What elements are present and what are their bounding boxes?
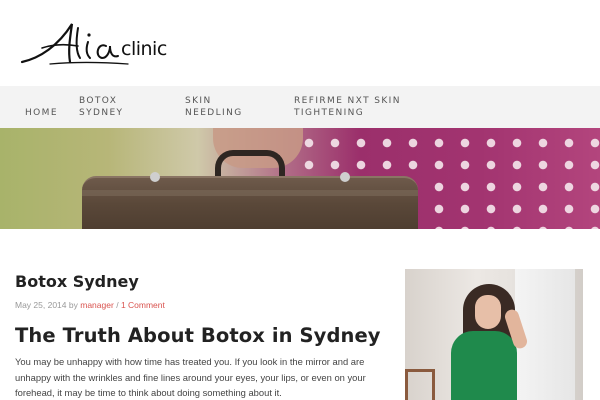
- photo-chair: [405, 369, 435, 400]
- suitcase-band: [82, 190, 418, 196]
- article-headline: The Truth About Botox in Sydney: [15, 324, 381, 347]
- hero-banner-image: [0, 128, 600, 229]
- meta-separator: /: [116, 300, 119, 310]
- nav-item-botox-sydney[interactable]: BOTOX SYDNEY: [79, 95, 159, 119]
- site-logo[interactable]: clinic: [20, 18, 170, 70]
- post-comments-link[interactable]: 1 Comment: [121, 300, 165, 310]
- post-author-link[interactable]: manager: [80, 300, 114, 310]
- suitcase-clasp: [150, 172, 160, 182]
- suitcase-clasp: [340, 172, 350, 182]
- post-title[interactable]: Botox Sydney: [15, 272, 139, 291]
- post-by: by: [68, 300, 78, 310]
- nav-item-skin-needling[interactable]: SKIN NEEDLING: [185, 95, 265, 119]
- nav-item-home[interactable]: HOME: [25, 107, 58, 119]
- post-meta: May 25, 2014 by manager / 1 Comment: [15, 300, 165, 310]
- vintage-suitcase: [82, 176, 418, 229]
- photo-green-dress: [451, 331, 517, 400]
- post-date: May 25, 2014: [15, 300, 67, 310]
- logo-clinic-text: clinic: [121, 38, 167, 60]
- logo-script-mark: [20, 23, 129, 65]
- site-header: clinic: [0, 0, 600, 86]
- photo-face: [475, 295, 501, 329]
- sidebar-woman-photo: [405, 269, 583, 400]
- article-body: You may be unhappy with how time has tre…: [15, 356, 366, 398]
- nav-item-refirme-nxt[interactable]: REFIRME NXT SKIN TIGHTENING: [294, 95, 414, 119]
